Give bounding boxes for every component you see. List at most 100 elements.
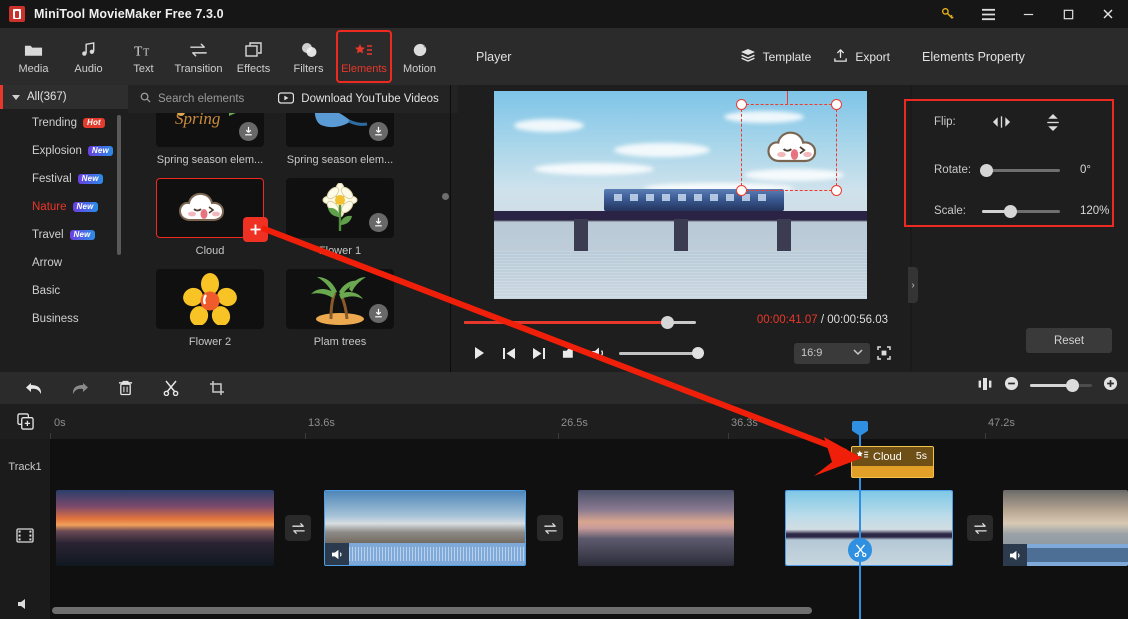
fullscreen-button[interactable] <box>870 341 898 365</box>
maximize-icon[interactable] <box>1048 0 1088 28</box>
video-clip-3[interactable] <box>578 490 734 566</box>
elements-panel: Search elements Download YouTube Videos … <box>128 85 458 372</box>
crop-button[interactable] <box>202 376 232 400</box>
panel-resize-handle[interactable] <box>442 193 449 200</box>
seek-handle[interactable] <box>661 316 674 329</box>
resize-handle-bl[interactable] <box>736 185 747 196</box>
clip-volume-icon[interactable] <box>325 543 349 565</box>
flip-horizontal-icon[interactable] <box>988 111 1014 133</box>
sidebar-item-festival[interactable]: Festival New <box>0 165 128 193</box>
timeline-horizontal-scrollbar[interactable] <box>52 607 812 614</box>
element-name: Spring season elem... <box>286 154 394 166</box>
sidebar-item-arrow[interactable]: Arrow <box>0 249 128 277</box>
tab-text[interactable]: TT Text <box>116 32 171 82</box>
sidebar-item-basic[interactable]: Basic <box>0 277 128 305</box>
tab-filters[interactable]: Filters <box>281 32 336 82</box>
tab-audio[interactable]: Audio <box>61 32 116 82</box>
element-card[interactable]: Spring season elem... <box>286 113 394 166</box>
sidebar-item-business[interactable]: Business <box>0 305 128 333</box>
flip-vertical-icon[interactable] <box>1040 111 1066 133</box>
panel-collapse-button[interactable]: › <box>908 267 918 303</box>
volume-icon[interactable] <box>584 341 614 365</box>
main-tabbar: Media Audio TT Text Transition Effects F… <box>0 28 456 85</box>
download-icon[interactable] <box>369 213 388 232</box>
delete-button[interactable] <box>110 376 140 400</box>
play-button[interactable] <box>464 341 494 365</box>
badge-hot: Hot <box>82 117 105 129</box>
element-card[interactable]: Flower 1 <box>286 178 394 257</box>
redo-button[interactable] <box>65 376 95 400</box>
video-clip-1[interactable] <box>56 490 274 566</box>
element-card-cloud[interactable]: Cloud <box>156 178 268 257</box>
tab-transition[interactable]: Transition <box>171 32 226 82</box>
preview-stage[interactable] <box>494 91 867 299</box>
element-card[interactable]: Flower 2 <box>156 269 264 348</box>
element-track-lane[interactable] <box>50 439 1128 494</box>
tab-media[interactable]: Media <box>6 32 61 82</box>
category-all[interactable]: All(367) <box>0 85 128 109</box>
rotate-slider-handle[interactable] <box>980 163 993 177</box>
tab-effects[interactable]: Effects <box>226 32 281 82</box>
template-button[interactable]: Template <box>740 48 811 65</box>
element-card[interactable]: Plam trees <box>286 269 394 348</box>
minimize-icon[interactable] <box>1008 0 1048 28</box>
sidebar-item-travel[interactable]: Travel New <box>0 221 128 249</box>
aspect-ratio-select[interactable]: 16:9 <box>794 342 870 364</box>
search-input[interactable]: Search elements <box>140 92 244 106</box>
zoom-slider-handle[interactable] <box>1066 378 1079 392</box>
zoom-out-icon[interactable] <box>1004 376 1019 394</box>
export-button[interactable]: Export <box>833 48 890 66</box>
scale-slider[interactable] <box>982 204 1060 218</box>
category-scrollbar[interactable] <box>117 115 121 255</box>
download-icon[interactable] <box>369 304 388 323</box>
element-clip-cloud[interactable]: Cloud 5s <box>851 446 934 478</box>
add-element-button[interactable] <box>243 217 268 242</box>
snapshot-button[interactable] <box>554 341 584 365</box>
transition-button[interactable] <box>285 515 311 541</box>
video-clip-2[interactable] <box>324 490 526 566</box>
rotate-handle-line <box>787 91 788 105</box>
effects-icon <box>244 39 263 58</box>
badge-new: New <box>69 229 95 241</box>
reset-button[interactable]: Reset <box>1026 328 1112 353</box>
undo-button[interactable] <box>19 376 49 400</box>
download-youtube-button[interactable]: Download YouTube Videos <box>278 91 439 107</box>
fit-to-screen-icon[interactable] <box>977 377 993 394</box>
element-card[interactable]: Spring Spring season elem... <box>156 113 264 166</box>
timeline-ruler[interactable]: 0s 13.6s 26.5s 36.3s 47.2s <box>0 404 1128 439</box>
transition-button[interactable] <box>537 515 563 541</box>
download-icon[interactable] <box>369 122 388 141</box>
timeline-zoom-slider[interactable] <box>1030 378 1092 392</box>
split-button[interactable] <box>156 376 186 400</box>
sidebar-item-trending[interactable]: Trending Hot <box>0 109 128 137</box>
folder-icon <box>24 39 43 58</box>
zoom-in-icon[interactable] <box>1103 376 1118 394</box>
sidebar-item-explosion[interactable]: Explosion New <box>0 137 128 165</box>
resize-handle-tr[interactable] <box>831 99 842 110</box>
transition-button[interactable] <box>967 515 993 541</box>
train-shape <box>604 189 784 211</box>
category-all-label: All(367) <box>27 91 67 103</box>
add-media-icon[interactable] <box>0 404 50 439</box>
scale-slider-handle[interactable] <box>1004 204 1017 218</box>
download-icon[interactable] <box>239 122 258 141</box>
tab-elements[interactable]: Elements <box>336 30 392 83</box>
element-categories: All(367) Trending Hot Explosion New Fest… <box>0 85 128 372</box>
rotate-slider[interactable] <box>980 163 1060 177</box>
cloud-element-overlay[interactable] <box>762 119 840 177</box>
hamburger-icon[interactable] <box>968 0 1008 28</box>
clip-volume-icon[interactable] <box>1003 544 1027 566</box>
tab-motion[interactable]: Motion <box>392 32 447 82</box>
previous-frame-button[interactable] <box>494 341 524 365</box>
close-icon[interactable] <box>1088 0 1128 28</box>
sidebar-item-nature[interactable]: Nature New <box>0 193 128 221</box>
video-clip-5[interactable] <box>1003 490 1128 566</box>
split-marker-button[interactable] <box>848 538 872 562</box>
volume-slider[interactable] <box>619 346 704 359</box>
app-logo-icon <box>9 6 25 22</box>
key-icon[interactable] <box>928 0 968 28</box>
resize-handle-br[interactable] <box>831 185 842 196</box>
next-frame-button[interactable] <box>524 341 554 365</box>
volume-handle[interactable] <box>692 346 704 359</box>
resize-handle-tl[interactable] <box>736 99 747 110</box>
